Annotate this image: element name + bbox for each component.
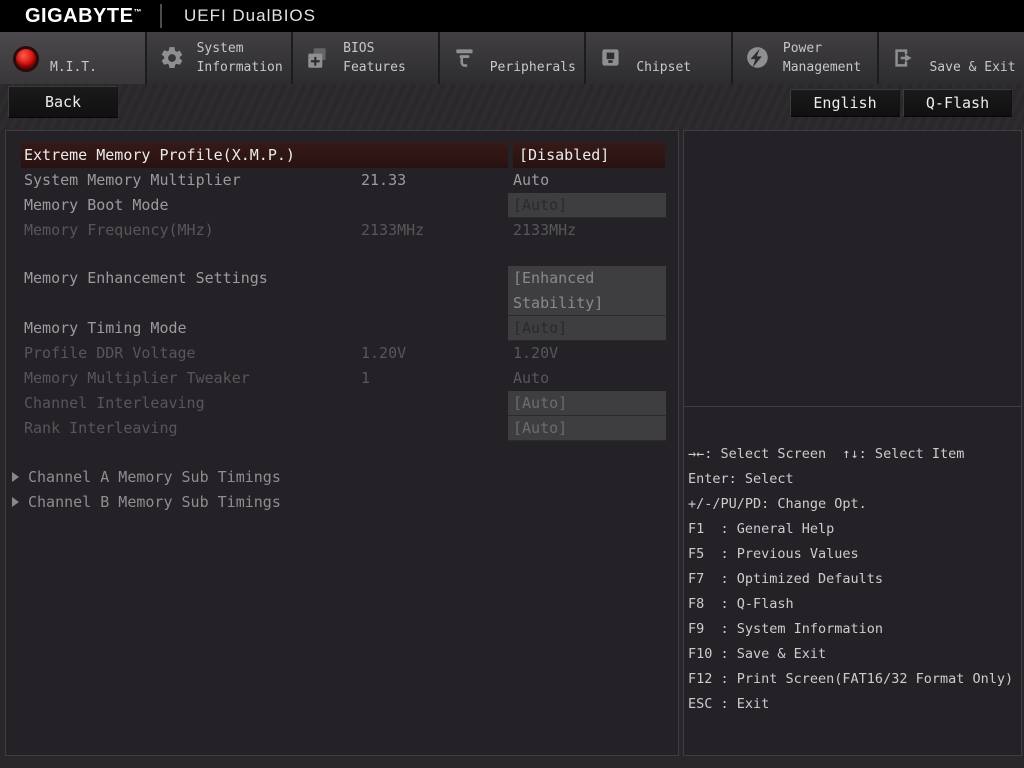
- tab-label: Peripherals: [490, 58, 576, 77]
- uefi-title: UEFI DualBIOS: [184, 6, 316, 26]
- setting-value[interactable]: [Disabled]: [513, 142, 665, 168]
- lightning-icon: [745, 45, 771, 71]
- chip-plus-icon: [305, 45, 331, 71]
- help-key-line: F9 : System Information: [688, 617, 1020, 642]
- submenu-label: Channel A Memory Sub Timings: [28, 465, 281, 490]
- setting-label: System Memory Multiplier: [24, 168, 241, 193]
- gigabyte-logo: GIGABYTE™: [25, 5, 142, 28]
- setting-value-box[interactable]: [Auto]: [508, 193, 666, 218]
- setting-value: 2133MHz: [513, 218, 576, 243]
- tab-power-management[interactable]: Power Management: [733, 32, 880, 84]
- help-key-line: F1 : General Help: [688, 517, 1020, 542]
- setting-label: Profile DDR Voltage: [24, 341, 196, 366]
- tab-peripherals[interactable]: Peripherals: [440, 32, 587, 84]
- setting-value-box[interactable]: [Auto]: [508, 316, 666, 341]
- back-button[interactable]: Back: [8, 86, 118, 118]
- help-key-line: +/-/PU/PD: Change Opt.: [688, 492, 1020, 517]
- help-key-line: F12 : Print Screen(FAT16/32 Format Only): [688, 667, 1020, 692]
- tab-system-information[interactable]: System Information: [147, 32, 294, 84]
- exit-icon: [891, 45, 917, 71]
- help-key-legend: →←: Select Screen ↑↓: Select ItemEnter: …: [688, 442, 1020, 717]
- setting-row[interactable]: System Memory Multiplier 21.33 Auto: [6, 168, 678, 193]
- tab-label: Save & Exit: [929, 58, 1015, 77]
- tab-label: M.I.T.: [50, 58, 97, 77]
- setting-row[interactable]: Memory Boot Mode [Auto]: [6, 193, 678, 218]
- chipset-icon: [598, 45, 624, 71]
- language-button[interactable]: English: [790, 89, 900, 117]
- setting-value-box[interactable]: [EnhancedStability]: [508, 266, 666, 316]
- help-divider: [684, 406, 1021, 407]
- help-key-line: ESC : Exit: [688, 692, 1020, 717]
- trademark-symbol: ™: [133, 7, 142, 16]
- help-key-line: F10 : Save & Exit: [688, 642, 1020, 667]
- tab-mit[interactable]: M.I.T.: [0, 32, 147, 84]
- setting-row[interactable]: Extreme Memory Profile(X.M.P.) [Disabled]: [6, 142, 678, 168]
- submenu-row[interactable]: Channel B Memory Sub Timings: [6, 490, 678, 515]
- tab-bar: M.I.T. System Information BIOS Features Per…: [0, 32, 1024, 86]
- setting-label: Memory Timing Mode: [24, 316, 187, 341]
- setting-row[interactable]: Profile DDR Voltage 1.20V 1.20V: [6, 341, 678, 366]
- expand-arrow-icon: [12, 497, 19, 507]
- peripheral-icon: [452, 45, 478, 71]
- setting-value-box[interactable]: [Auto]: [508, 416, 666, 441]
- tab-label: System Information: [197, 39, 292, 77]
- tab-label: BIOS Features: [343, 39, 438, 77]
- setting-value: Auto: [513, 366, 549, 391]
- setting-value: Auto: [513, 168, 549, 193]
- help-panel: →←: Select Screen ↑↓: Select ItemEnter: …: [683, 130, 1022, 756]
- setting-label: Rank Interleaving: [24, 416, 178, 441]
- setting-mid-value: 21.33: [361, 168, 406, 193]
- submenu-label: Channel B Memory Sub Timings: [28, 490, 281, 515]
- tab-label: Chipset: [636, 58, 691, 77]
- tab-label: Power Management: [783, 39, 878, 77]
- topbar: GIGABYTE™ UEFI DualBIOS: [0, 0, 1024, 32]
- setting-mid-value: 1.20V: [361, 341, 406, 366]
- setting-value-box[interactable]: [Auto]: [508, 391, 666, 416]
- topbar-divider: [160, 4, 162, 28]
- setting-mid-value: 2133MHz: [361, 218, 424, 243]
- settings-panel: Extreme Memory Profile(X.M.P.) [Disabled]…: [5, 130, 679, 756]
- setting-label: Memory Multiplier Tweaker: [24, 366, 250, 391]
- setting-row[interactable]: Memory Enhancement Settings [EnhancedStab…: [6, 266, 678, 316]
- setting-value: 1.20V: [513, 341, 558, 366]
- toolbar: Back English Q-Flash: [0, 84, 1024, 130]
- setting-label: Extreme Memory Profile(X.M.P.): [24, 142, 295, 168]
- qflash-button[interactable]: Q-Flash: [903, 89, 1012, 117]
- setting-label: Memory Frequency(MHz): [24, 218, 214, 243]
- setting-row[interactable]: Rank Interleaving [Auto]: [6, 416, 678, 441]
- submenu-row[interactable]: Channel A Memory Sub Timings: [6, 465, 678, 490]
- setting-row[interactable]: Memory Timing Mode [Auto]: [6, 316, 678, 341]
- tab-bios-features[interactable]: BIOS Features: [293, 32, 440, 84]
- help-key-line: →←: Select Screen ↑↓: Select Item: [688, 442, 1020, 467]
- help-key-line: F7 : Optimized Defaults: [688, 567, 1020, 592]
- setting-label: Channel Interleaving: [24, 391, 205, 416]
- help-key-line: F5 : Previous Values: [688, 542, 1020, 567]
- expand-arrow-icon: [12, 472, 19, 482]
- value-line: Stability]: [513, 291, 666, 316]
- value-line: [Enhanced: [513, 266, 666, 291]
- setting-row[interactable]: Memory Frequency(MHz) 2133MHz 2133MHz: [6, 218, 678, 243]
- setting-label: Memory Enhancement Settings: [24, 266, 268, 291]
- help-key-line: F8 : Q-Flash: [688, 592, 1020, 617]
- tab-chipset[interactable]: Chipset: [586, 32, 733, 84]
- setting-row[interactable]: Channel Interleaving [Auto]: [6, 391, 678, 416]
- red-dot-icon: [12, 45, 38, 71]
- help-key-line: Enter: Select: [688, 467, 1020, 492]
- gear-icon: [159, 45, 185, 71]
- tab-save-exit[interactable]: Save & Exit: [879, 32, 1024, 84]
- setting-row[interactable]: Memory Multiplier Tweaker 1 Auto: [6, 366, 678, 391]
- setting-label: Memory Boot Mode: [24, 193, 169, 218]
- setting-mid-value: 1: [361, 366, 370, 391]
